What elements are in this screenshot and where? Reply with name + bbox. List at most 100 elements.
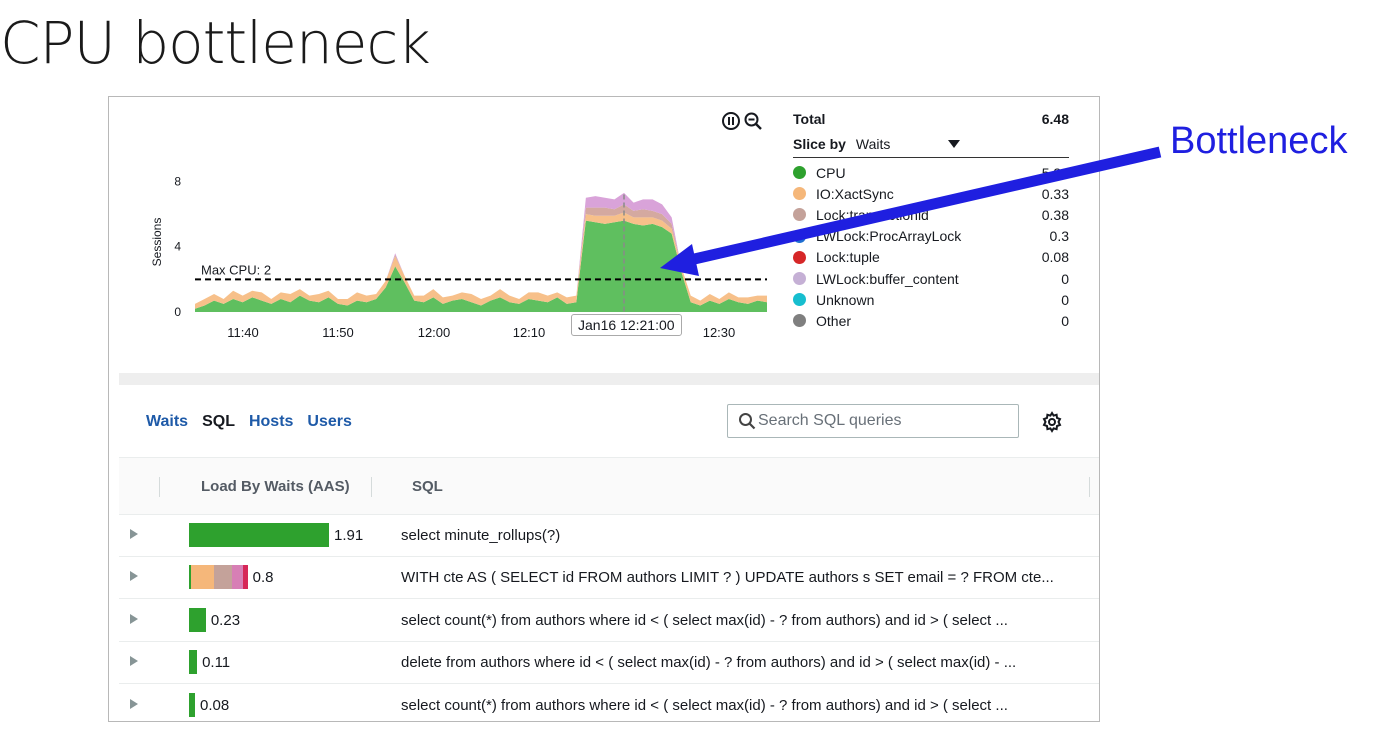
header-separator	[159, 477, 160, 497]
tab-sql[interactable]: SQL	[202, 413, 235, 431]
legend-color-dot	[793, 250, 806, 264]
chart-controls	[721, 111, 763, 131]
table-row[interactable]: 0.23 select count(*) from authors where i…	[119, 600, 1099, 642]
legend-item-name: Lock:transactionid	[816, 206, 929, 223]
legend-item-name: LWLock:buffer_content	[816, 270, 959, 287]
x-tick-label: 11:40	[227, 325, 259, 340]
gear-icon[interactable]	[1041, 411, 1063, 433]
slide-title: CPU bottleneck	[0, 9, 431, 77]
legend-item[interactable]: Lock:tuple 0.08	[793, 247, 1069, 268]
y-tick-label: 4	[174, 240, 181, 254]
legend-item[interactable]: Lock:transactionid 0.38	[793, 204, 1069, 225]
legend-item[interactable]: CPU 5.38	[793, 162, 1069, 183]
legend-item[interactable]: Other 0	[793, 310, 1069, 331]
slice-by-value: Waits	[855, 136, 891, 152]
tab-hosts[interactable]: Hosts	[249, 413, 293, 431]
tab-waits[interactable]: Waits	[146, 413, 188, 431]
performance-insights-panel: Max CPU: 2 0 4 8 Sessions 11:40 11:50 12:00 12:1…	[108, 96, 1100, 722]
expand-row-icon[interactable]	[129, 698, 139, 710]
legend-item[interactable]: Unknown 0	[793, 289, 1069, 310]
bottleneck-annotation-label: Bottleneck	[1170, 120, 1348, 162]
x-tick-label: 12:30	[703, 325, 736, 340]
legend-item-value: 0.38	[1041, 206, 1069, 223]
search-sql-box[interactable]	[727, 404, 1019, 438]
legend-item[interactable]: LWLock:ProcArrayLock 0.3	[793, 226, 1069, 247]
load-bar	[189, 607, 206, 632]
load-value: 0.8	[252, 569, 274, 587]
load-value: 0.08	[200, 696, 230, 714]
legend: Total 6.48 Slice by Waits CPU 5.38 IO:Xact…	[793, 111, 1069, 332]
legend-item-value: 0.08	[1041, 249, 1069, 266]
table-row[interactable]: 1.91 select minute_rollups(?)	[119, 515, 1099, 557]
expand-row-icon[interactable]	[129, 528, 139, 540]
sql-text[interactable]: WITH cte AS ( SELECT id FROM authors LIM…	[401, 569, 1099, 586]
load-bar	[189, 565, 249, 590]
pause-circle-icon[interactable]	[721, 111, 741, 131]
y-tick-label: 8	[174, 174, 181, 188]
legend-color-dot	[793, 272, 806, 286]
load-bar-segment	[191, 565, 215, 590]
sql-text[interactable]: delete from authors where id < ( select …	[401, 654, 1099, 671]
db-load-chart: Max CPU: 2 0 4 8 Sessions 11:40 11:50 12:00 12:1…	[109, 97, 1099, 372]
expand-row-icon[interactable]	[129, 655, 139, 667]
load-bar-segment	[189, 692, 195, 717]
search-icon	[739, 413, 756, 430]
legend-color-dot	[793, 187, 806, 201]
load-bar-segment	[189, 650, 198, 675]
slice-by-row: Slice by Waits	[793, 131, 1069, 158]
legend-item-name: LWLock:ProcArrayLock	[816, 228, 962, 245]
x-tick-label: 12:00	[418, 325, 451, 340]
load-value: 0.23	[210, 611, 241, 629]
x-tick-label: 11:50	[322, 325, 354, 340]
legend-item-value: 0	[1061, 270, 1069, 287]
legend-color-dot	[793, 293, 806, 307]
header-sql[interactable]: SQL	[412, 478, 443, 495]
sql-text[interactable]: select count(*) from authors where id < …	[401, 612, 1099, 629]
legend-color-dot	[793, 314, 806, 328]
search-sql-input[interactable]	[756, 411, 1010, 431]
legend-item-value: 0	[1061, 291, 1069, 308]
legend-item-name: Other	[816, 312, 852, 329]
sql-text[interactable]: select minute_rollups(?)	[401, 527, 1099, 544]
table-row[interactable]: 0.11 delete from authors where id < ( sel…	[119, 642, 1099, 685]
load-value: 1.91	[334, 527, 364, 544]
legend-item-name: CPU	[816, 164, 846, 181]
y-axis-label: Sessions	[150, 218, 164, 267]
table-header: Load By Waits (AAS) SQL	[119, 457, 1099, 515]
slice-by-select[interactable]: Waits	[856, 136, 960, 152]
expand-row-icon[interactable]	[129, 570, 139, 582]
legend-item-name: Lock:tuple	[816, 249, 880, 266]
load-bar-segment	[189, 523, 329, 547]
legend-item-value: 0.3	[1049, 228, 1069, 245]
dimension-tabs: Waits SQL Hosts Users	[146, 413, 352, 431]
table-row[interactable]: 0.08 select count(*) from authors where i…	[119, 685, 1099, 721]
y-tick-label: 0	[174, 305, 181, 319]
header-separator	[371, 477, 372, 497]
legend-item-value: 5.38	[1041, 164, 1069, 181]
load-value: 0.11	[202, 654, 231, 672]
tab-users[interactable]: Users	[307, 413, 351, 431]
header-load-by-waits[interactable]: Load By Waits (AAS)	[201, 478, 350, 495]
legend-color-dot	[793, 166, 806, 180]
legend-items: CPU 5.38 IO:XactSync 0.33 Lock:transactionid…	[793, 162, 1069, 332]
legend-item-name: Unknown	[816, 291, 875, 308]
load-bar	[189, 650, 198, 675]
table-row[interactable]: 0.8 WITH cte AS ( SELECT id FROM authors …	[119, 557, 1099, 600]
legend-item-value: 0	[1061, 312, 1069, 329]
legend-item-value: 0.33	[1041, 185, 1069, 202]
load-bar-segment	[232, 565, 243, 590]
expand-row-icon[interactable]	[129, 613, 139, 625]
legend-item[interactable]: LWLock:buffer_content 0	[793, 268, 1069, 289]
max-cpu-threshold-label: Max CPU: 2	[201, 262, 271, 277]
load-bar	[189, 523, 329, 547]
legend-color-dot	[793, 208, 806, 222]
load-bar-segment	[189, 607, 206, 632]
legend-color-dot	[793, 229, 806, 243]
legend-total-row: Total 6.48	[793, 111, 1069, 131]
legend-total-label: Total	[793, 111, 826, 127]
legend-item[interactable]: IO:XactSync 0.33	[793, 183, 1069, 204]
sql-text[interactable]: select count(*) from authors where id < …	[401, 697, 1099, 714]
section-divider	[119, 373, 1099, 385]
zoom-out-icon[interactable]	[743, 111, 763, 131]
x-tick-label: 12:10	[513, 325, 546, 340]
